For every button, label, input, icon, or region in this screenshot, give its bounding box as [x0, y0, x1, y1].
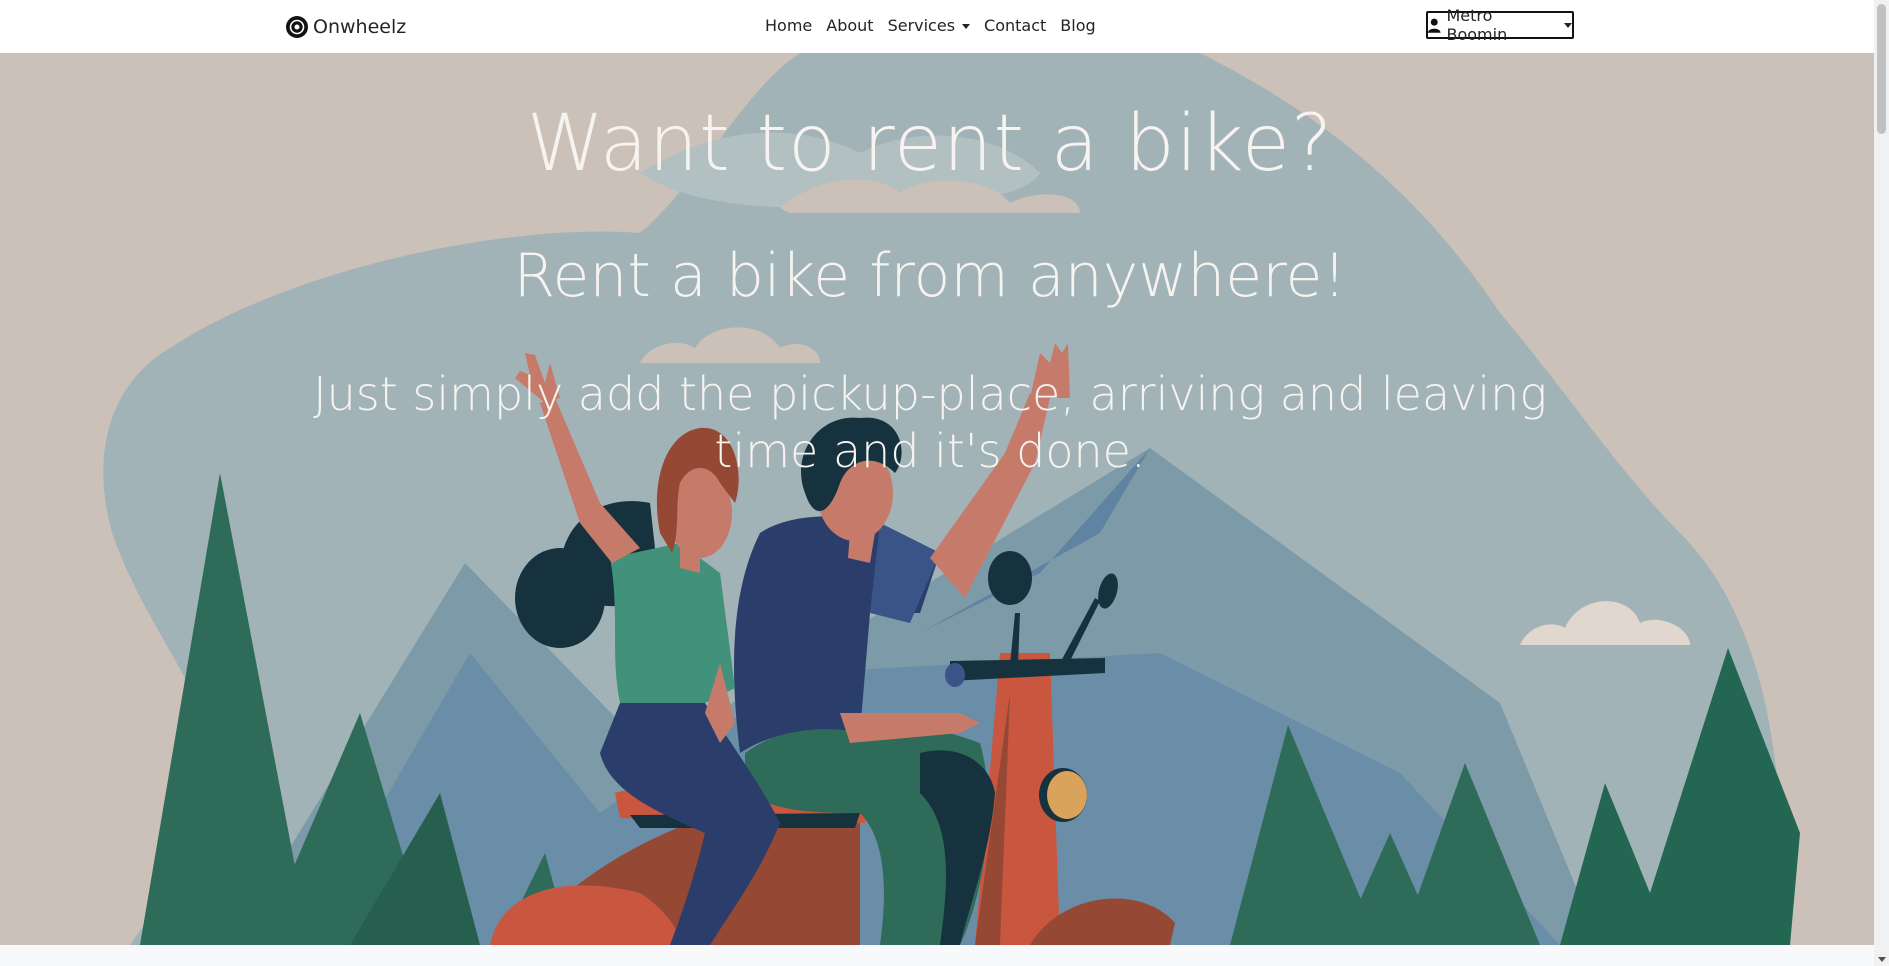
caret-down-icon [962, 23, 971, 29]
brand-name: Onwheelz [313, 16, 407, 38]
nav-services-dropdown[interactable]: Services [881, 14, 977, 38]
person-icon [1428, 18, 1441, 33]
user-name: Metro Boomin [1446, 6, 1508, 44]
main-nav: Home About Services Contact Blog [758, 14, 1103, 38]
hero-description: Just simply add the pickup-place, arrivi… [313, 367, 1547, 478]
nav-home-label: Home [765, 16, 813, 35]
nav-home[interactable]: Home [758, 14, 819, 38]
user-menu-button[interactable]: Metro Boomin [1426, 6, 1574, 44]
nav-services-label: Services [887, 16, 956, 35]
brand-link[interactable]: Onwheelz [285, 13, 406, 41]
nav-contact-label: Contact [984, 16, 1047, 35]
nav-blog[interactable]: Blog [1053, 14, 1102, 38]
hero-heading: Want to rent a bike? [526, 99, 1334, 189]
nav-contact[interactable]: Contact [977, 14, 1053, 38]
below-fold [0, 945, 1874, 966]
page-scrollbar[interactable] [1874, 0, 1889, 966]
nav-about-label: About [826, 16, 874, 35]
caret-down-icon [1564, 22, 1572, 28]
nav-blog-label: Blog [1060, 16, 1096, 35]
wheel-icon [286, 16, 308, 38]
navbar: Onwheelz Home About Services Contact Blo… [0, 0, 1874, 54]
scrollbar-thumb[interactable] [1877, 4, 1886, 134]
hero-section: Want to rent a bike? Rent a bike from an… [0, 53, 1874, 945]
nav-about[interactable]: About [819, 14, 880, 38]
scroll-down-icon[interactable] [1878, 957, 1886, 962]
hero-subheading: Rent a bike from anywhere! [513, 241, 1347, 311]
